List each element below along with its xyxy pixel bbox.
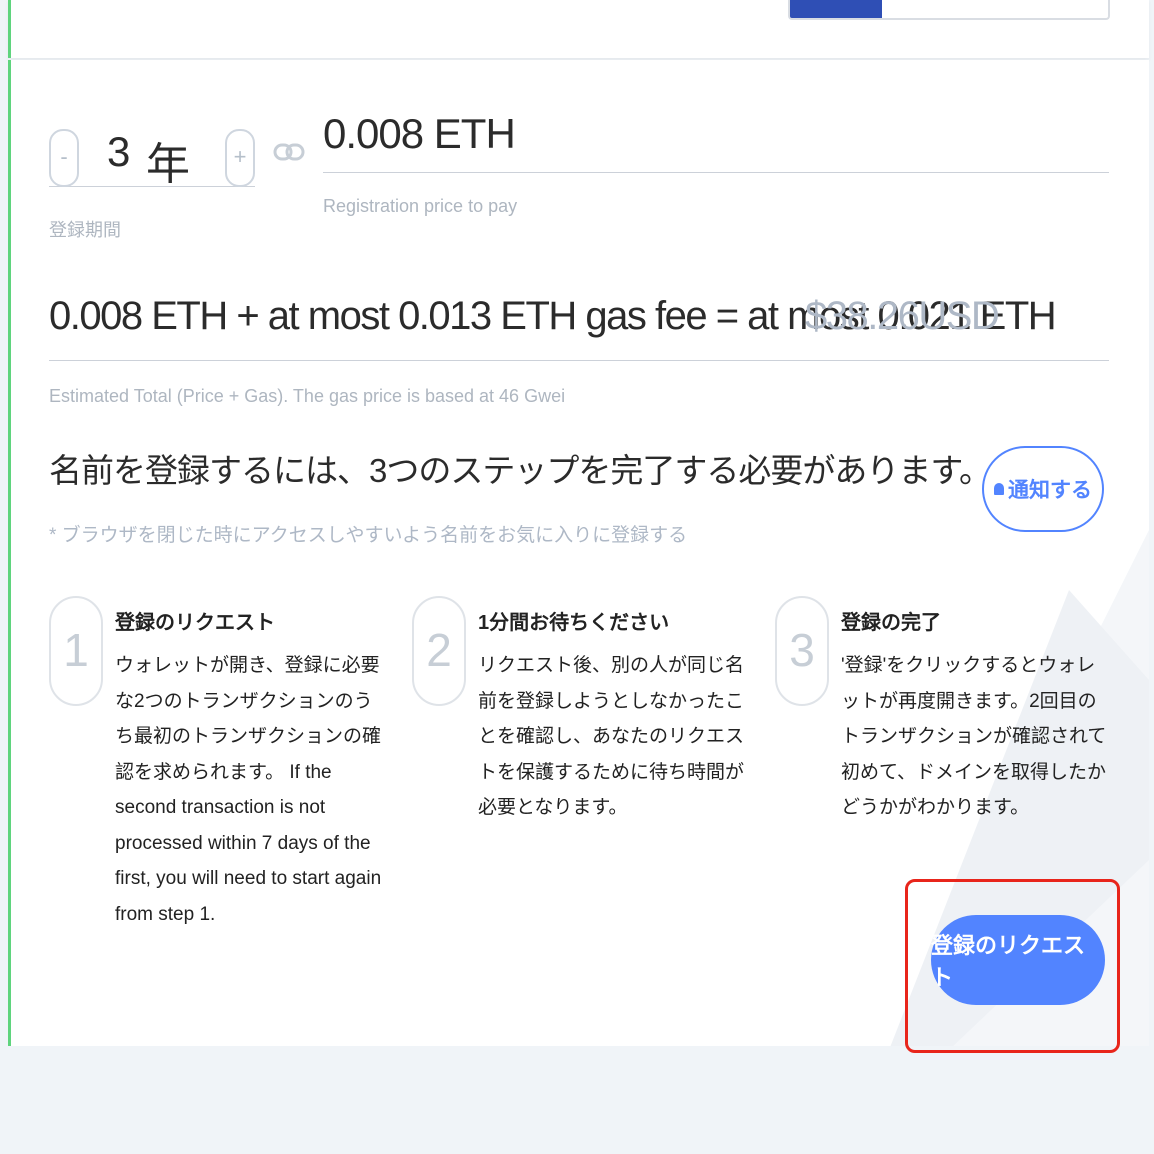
step-title: 登録の完了: [841, 612, 941, 634]
step-description: ウォレットが開き、登録に必要な2つのトランザクションのうち最初のトランザクション…: [115, 655, 382, 925]
price-label: Registration price to pay: [323, 196, 518, 216]
highlight-box: [905, 879, 1120, 1053]
years-unit: 年: [146, 140, 190, 189]
step-description: '登録'をクリックするとウォレットが再度開きます。2回目のトランザクションが確認…: [841, 655, 1107, 818]
bell-icon: [994, 483, 1004, 495]
decrease-years-button[interactable]: -: [49, 129, 79, 187]
price-display: 0.008 ETH: [323, 104, 1109, 173]
favorite-hint: * ブラウザを閉じた時にアクセスしやすいよう名前をお気に入りに登録する: [49, 525, 688, 546]
years-value: 3: [107, 128, 131, 175]
total-display: 0.008 ETH + at most 0.013 ETH gas fee = …: [49, 284, 1109, 361]
registration-price: 0.008 ETH: [323, 110, 516, 157]
notify-button-label: 通知する: [1008, 479, 1092, 502]
total-usd: $38.26USD: [805, 294, 1000, 338]
step-number: 3: [775, 596, 829, 706]
step-description: リクエスト後、別の人が同じ名前を登録しようとしなかったことを確認し、あなたのリク…: [478, 655, 745, 818]
chain-link-icon: [273, 143, 305, 161]
top-toggle[interactable]: [788, 0, 1110, 20]
notify-button[interactable]: 通知する: [982, 446, 1104, 532]
steps-heading: 名前を登録するには、3つのステップを完了する必要があります。: [49, 452, 992, 489]
duration-label: 登録期間: [49, 220, 121, 240]
increase-years-button[interactable]: +: [225, 129, 255, 187]
step-title: 1分間お待ちください: [478, 612, 670, 634]
total-label: Estimated Total (Price + Gas). The gas p…: [49, 386, 566, 406]
step-number: 2: [412, 596, 466, 706]
top-toggle-active-segment[interactable]: [790, 0, 882, 18]
step-number: 1: [49, 596, 103, 706]
duration-selector: - 3 年 +: [49, 112, 255, 189]
step-title: 登録のリクエスト: [115, 612, 275, 634]
